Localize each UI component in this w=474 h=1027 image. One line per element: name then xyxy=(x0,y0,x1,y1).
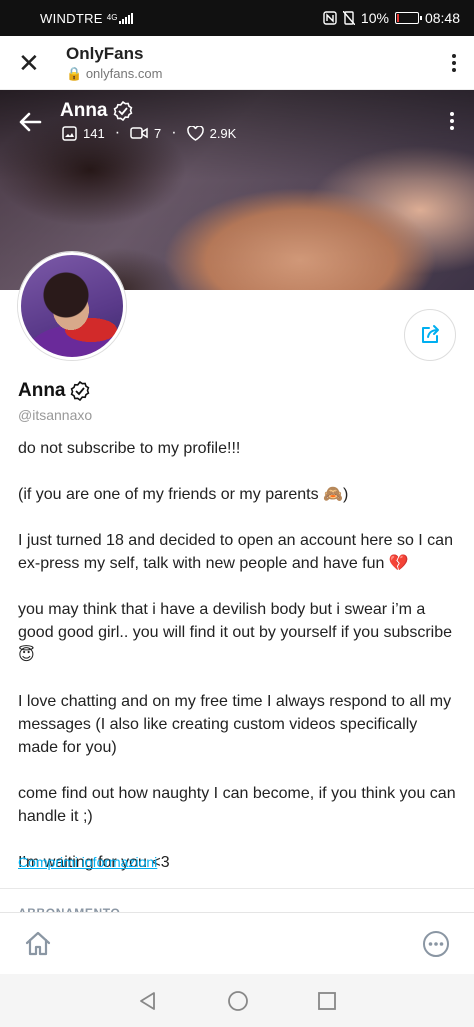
bio-paragraph: I just turned 18 and decided to open an … xyxy=(18,532,453,572)
battery-level-fill xyxy=(396,14,399,22)
signal-icon xyxy=(119,12,134,24)
separator-dot: · xyxy=(114,124,121,141)
network-type: 4G xyxy=(106,13,118,22)
browser-title: OnlyFans xyxy=(66,43,144,63)
videos-count: 7 xyxy=(154,125,162,141)
avatar[interactable] xyxy=(18,252,126,360)
bio-paragraph: you may think that i have a devilish bod… xyxy=(18,601,453,664)
verified-icon xyxy=(113,101,132,121)
separator-dot: · xyxy=(171,124,177,141)
back-arrow-icon[interactable] xyxy=(16,108,44,136)
browser-toolbar: ✕ OnlyFans 🔒 onlyfans.com xyxy=(0,36,474,90)
battery-icon xyxy=(394,12,422,24)
collapse-info-link[interactable]: Comprimi informazioni xyxy=(18,854,157,870)
profile-bio: do not subscribe to my profile!!! (if yo… xyxy=(18,437,458,897)
nfc-icon xyxy=(323,11,337,25)
divider xyxy=(0,888,474,889)
bio-paragraph: I love chatting and on my free time I al… xyxy=(18,693,452,756)
profile-name: Anna xyxy=(18,380,90,402)
cover-name-text: Anna xyxy=(60,100,108,121)
cover-stats: 141 · 7 · 2.9K xyxy=(62,124,236,142)
browser-url-text: onlyfans.com xyxy=(85,65,163,81)
bio-paragraph: do not subscribe to my profile!!! xyxy=(18,440,241,457)
home-button[interactable] xyxy=(20,926,56,962)
likes-count: 2.9K xyxy=(209,125,237,141)
share-icon xyxy=(422,325,439,343)
recents-square-icon[interactable] xyxy=(317,991,337,1011)
status-bar: WINDTRE 4G 10% 08:48 xyxy=(0,0,474,36)
video-icon xyxy=(130,127,148,139)
browser-url: 🔒 onlyfans.com xyxy=(66,66,162,82)
heart-icon xyxy=(186,125,204,141)
photos-count: 141 xyxy=(83,125,105,141)
home-circle-icon[interactable] xyxy=(227,990,249,1012)
more-options-button[interactable] xyxy=(418,926,454,962)
more-vert-icon[interactable] xyxy=(452,53,456,72)
bottom-nav xyxy=(0,912,474,974)
system-nav-bar xyxy=(0,974,474,1027)
battery-percent: 10% xyxy=(360,10,389,26)
clock: 08:48 xyxy=(424,10,460,26)
more-horiz-icon xyxy=(423,930,449,957)
close-icon[interactable]: ✕ xyxy=(18,50,42,76)
photo-icon xyxy=(62,125,77,141)
cover-name: Anna xyxy=(60,100,133,122)
profile-more-icon[interactable] xyxy=(450,112,454,130)
carrier-name: WINDTRE xyxy=(40,10,103,26)
verified-icon xyxy=(70,381,89,401)
bio-paragraph: (if you are one of my friends or my pare… xyxy=(18,486,349,503)
share-button[interactable] xyxy=(404,309,456,361)
lock-icon: 🔒 xyxy=(66,65,83,81)
browser-title-block: OnlyFans 🔒 onlyfans.com xyxy=(66,44,162,82)
bio-paragraph: come find out how naughty I can become, … xyxy=(18,785,456,825)
home-icon xyxy=(25,931,51,955)
back-triangle-icon[interactable] xyxy=(137,990,159,1012)
mute-icon xyxy=(342,11,355,25)
profile-handle: @itsannaxo xyxy=(18,407,93,423)
profile-name-text: Anna xyxy=(18,380,66,401)
